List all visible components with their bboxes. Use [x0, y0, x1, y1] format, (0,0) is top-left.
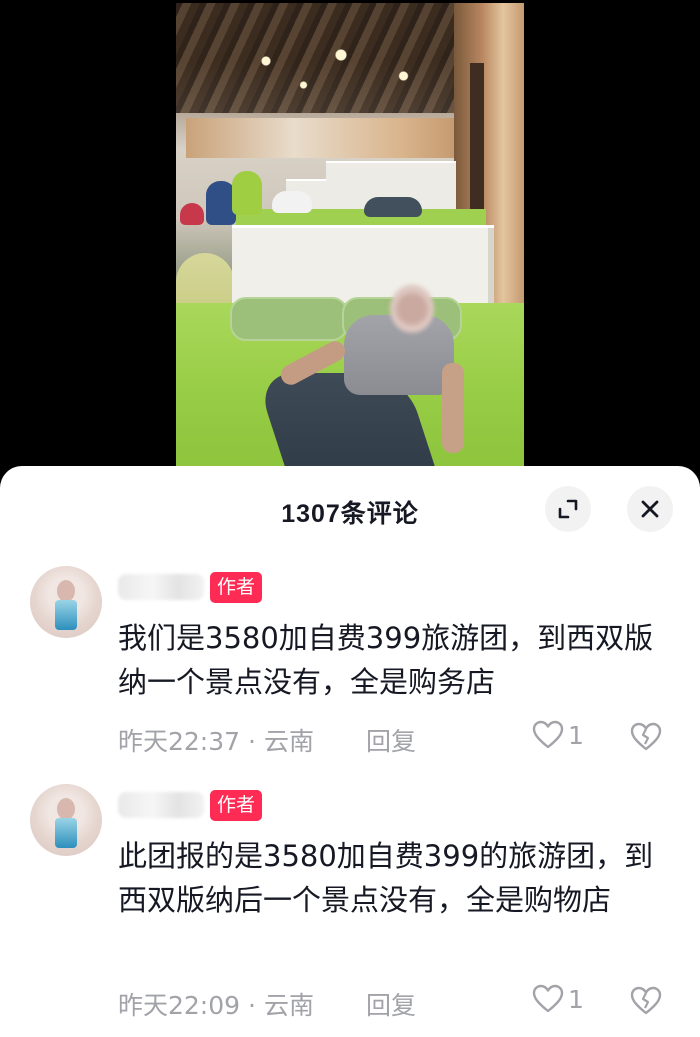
username-blurred[interactable]: [118, 792, 204, 818]
heart-icon: [532, 720, 564, 749]
like-count: 1: [568, 984, 584, 1014]
heart-icon: [532, 984, 564, 1013]
dislike-button[interactable]: [630, 986, 662, 1020]
close-icon: [641, 500, 659, 518]
author-badge: 作者: [210, 790, 263, 821]
ceiling-lights-graphic: [216, 43, 466, 103]
reply-button[interactable]: 回复: [366, 986, 416, 1022]
comment-sheet: 1307条评论 作者 我们是3580加自费399旅游团，到西双版纳一个景点没有，…: [0, 466, 700, 1037]
comment-meta: 昨天22:09 · 云南: [118, 991, 315, 1020]
like-count: 1: [568, 720, 584, 750]
broken-heart-icon: [630, 722, 662, 751]
comment-location: 云南: [264, 727, 315, 756]
partition-graphic: [326, 161, 456, 183]
comment-meta: 昨天22:37 · 云南: [118, 727, 315, 756]
comment-text: 我们是3580加自费399旅游团，到西双版纳一个景点没有，全是购务店: [118, 621, 654, 699]
username-blurred[interactable]: [118, 574, 204, 600]
comment-count-title: 1307条评论: [281, 500, 419, 528]
person-graphic: [272, 191, 312, 213]
dislike-button[interactable]: [630, 722, 662, 756]
video-frame-image: [176, 3, 524, 490]
reply-button[interactable]: 回复: [366, 722, 416, 758]
expand-icon: [558, 499, 578, 519]
video-player[interactable]: [0, 0, 700, 490]
close-button[interactable]: [627, 486, 673, 532]
broken-heart-icon: [630, 986, 662, 1015]
comment-location: 云南: [264, 991, 315, 1020]
person-graphic: [180, 203, 204, 225]
comment-text: 此团报的是3580加自费399的旅游团，到西双版纳后一个景点没有，全是购物店: [118, 839, 654, 917]
hall-back-graphic: [186, 118, 456, 158]
like-button[interactable]: 1: [532, 720, 584, 750]
person-graphic: [232, 171, 262, 215]
comment-time: 昨天22:37: [118, 727, 241, 756]
like-button[interactable]: 1: [532, 984, 584, 1014]
avatar[interactable]: [30, 566, 102, 638]
person-graphic: [364, 197, 422, 217]
avatar[interactable]: [30, 784, 102, 856]
author-badge: 作者: [210, 572, 263, 603]
comment-time: 昨天22:09: [118, 991, 241, 1020]
expand-button[interactable]: [545, 486, 591, 532]
person-lying-graphic: [254, 285, 464, 490]
